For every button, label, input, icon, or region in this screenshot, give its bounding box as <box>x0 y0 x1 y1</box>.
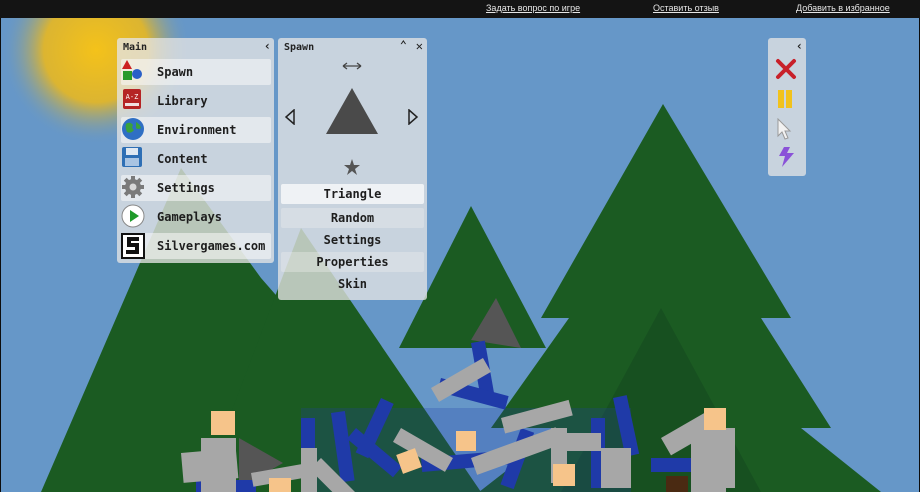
lightning-icon[interactable] <box>775 146 799 170</box>
triangle-preview[interactable] <box>324 86 380 136</box>
menu-item-settings[interactable]: Settings <box>121 175 271 201</box>
menu-label-settings: Settings <box>157 181 215 195</box>
menu-label-content: Content <box>157 152 208 166</box>
svg-text:A-Z: A-Z <box>126 93 139 101</box>
menu-item-spawn[interactable]: Spawn <box>121 59 271 85</box>
menu-label-environment: Environment <box>157 123 237 137</box>
silvergames-logo-icon <box>121 233 147 259</box>
spawn-option-skin[interactable]: Skin <box>281 274 424 294</box>
game-canvas[interactable]: Main ‹ Spawn A-Z Library Environment Con… <box>0 18 920 492</box>
menu-label-gameplays: Gameplays <box>157 210 223 224</box>
main-menu-panel: Main ‹ Spawn A-Z Library Environment Con… <box>117 38 274 263</box>
ask-question-link[interactable]: Задать вопрос по игре <box>486 3 580 13</box>
spawn-option-settings[interactable]: Settings <box>281 230 424 250</box>
menu-item-content[interactable]: Content <box>121 146 271 172</box>
shapes-icon <box>121 59 147 85</box>
site-topbar: Задать вопрос по игре Оставить отзыв Доб… <box>0 0 920 18</box>
menu-item-library[interactable]: A-Z Library <box>121 88 271 114</box>
play-icon <box>121 204 147 230</box>
cursor-icon[interactable] <box>775 118 799 142</box>
resize-horizontal-icon[interactable] <box>341 60 363 72</box>
next-shape-arrow-icon[interactable] <box>407 109 419 125</box>
menu-label-library: Library <box>157 94 208 108</box>
spawn-option-triangle[interactable]: Triangle <box>281 184 424 204</box>
collapse-chevron-icon[interactable]: ‹ <box>264 40 271 52</box>
spawn-panel-title: Spawn <box>284 42 315 53</box>
spawn-option-random[interactable]: Random <box>281 208 424 228</box>
collapse-up-icon[interactable]: ⌃ <box>400 39 407 51</box>
delete-x-icon[interactable] <box>775 58 799 82</box>
leave-review-link[interactable]: Оставить отзыв <box>653 3 719 13</box>
menu-item-silvergames[interactable]: Silvergames.com <box>121 233 271 259</box>
prev-shape-arrow-icon[interactable] <box>284 109 296 125</box>
menu-label-spawn: Spawn <box>157 65 194 79</box>
close-icon[interactable]: ✕ <box>416 40 423 52</box>
menu-item-gameplays[interactable]: Gameplays <box>121 204 271 230</box>
spawn-panel: Spawn ⌃ ✕ Triangle Random Settings Prope… <box>278 38 427 300</box>
add-favorites-link[interactable]: Добавить в избранное <box>796 3 890 13</box>
menu-item-environment[interactable]: Environment <box>121 117 271 143</box>
pause-icon[interactable] <box>775 88 799 112</box>
favorite-star-icon[interactable] <box>344 159 360 175</box>
tool-panel-chevron-icon[interactable]: ‹ <box>796 40 803 52</box>
book-icon: A-Z <box>121 88 147 114</box>
main-panel-title: Main <box>123 42 148 53</box>
globe-icon <box>121 117 147 143</box>
menu-label-silvergames: Silvergames.com <box>157 239 266 253</box>
tool-panel: ‹ <box>768 38 806 176</box>
spawn-option-properties[interactable]: Properties <box>281 252 424 272</box>
gear-icon <box>121 175 147 201</box>
save-icon <box>121 146 147 172</box>
